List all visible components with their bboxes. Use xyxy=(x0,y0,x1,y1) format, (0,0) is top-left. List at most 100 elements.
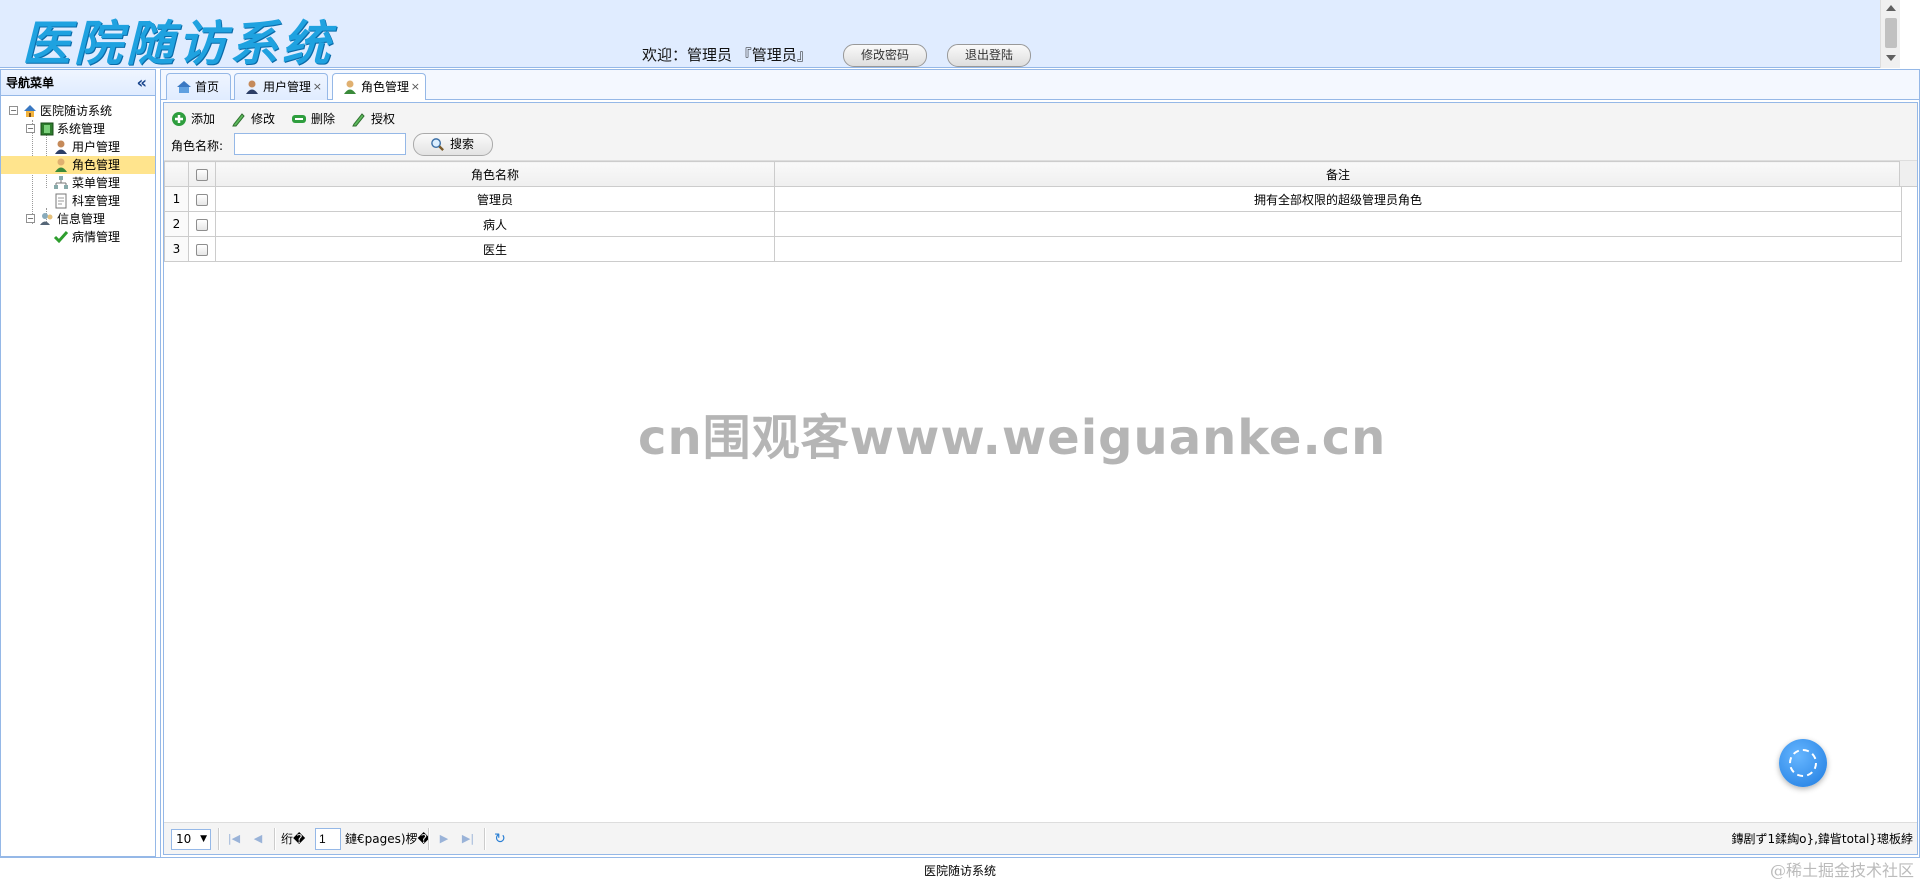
role-datagrid: 添加 修改 删除 授权 角色名称: 搜索 角色名称 备注 1 管理员 拥有全部权… xyxy=(163,102,1918,855)
pager-separator xyxy=(484,828,486,850)
tree-label: 医院随访系统 xyxy=(40,104,113,118)
grant-button[interactable]: 授权 xyxy=(351,109,399,129)
delete-button[interactable]: 删除 xyxy=(291,109,339,129)
tab-label: 角色管理 xyxy=(361,80,410,94)
check-icon xyxy=(53,231,69,244)
app-logo: 医院随访系统 xyxy=(22,16,335,72)
role-icon xyxy=(344,80,356,94)
last-page-button[interactable]: ▶| xyxy=(458,829,478,849)
tree-node-role-mgmt[interactable]: 角色管理 xyxy=(1,156,155,174)
tree-collapse-toggle[interactable]: − xyxy=(26,124,35,133)
tree-collapse-toggle[interactable]: − xyxy=(26,214,35,223)
row-checkbox[interactable] xyxy=(196,218,208,231)
remove-icon xyxy=(292,115,306,123)
role-name-search-input[interactable] xyxy=(234,133,406,155)
row-select-cell[interactable] xyxy=(188,186,216,212)
scroll-up-icon[interactable] xyxy=(1886,5,1896,11)
info-users-icon xyxy=(40,213,53,225)
main-panel: 首页 用户管理 × 角色管理 × 添加 修改 删除 授权 角色名称: 搜索 角色… xyxy=(160,69,1920,857)
note-cell: 拥有全部权限的超级管理员角色 xyxy=(774,186,1902,212)
tree-node-illness-mgmt[interactable]: 病情管理 xyxy=(1,228,155,246)
edit-button[interactable]: 修改 xyxy=(231,109,279,129)
note-cell xyxy=(774,211,1902,237)
row-select-cell[interactable] xyxy=(188,236,216,262)
page-scrollbar[interactable] xyxy=(1880,0,1900,68)
table-row[interactable]: 2 病人 xyxy=(164,211,1902,237)
row-select-cell[interactable] xyxy=(188,211,216,237)
note-cell xyxy=(774,236,1902,262)
row-number-header xyxy=(164,161,189,187)
scroll-thumb[interactable] xyxy=(1885,18,1897,48)
nav-panel: 导航菜单 « − 医院随访系统 − 系统管理 用户管理 角色管理 菜单管理 科室… xyxy=(0,69,156,857)
pencil-icon xyxy=(232,113,245,127)
row-checkbox[interactable] xyxy=(196,193,208,206)
tree-collapse-toggle[interactable]: − xyxy=(9,106,18,115)
pager-separator xyxy=(218,828,220,850)
tab-role-mgmt[interactable]: 角色管理 × xyxy=(332,73,426,101)
collapse-panel-icon[interactable]: « xyxy=(137,70,147,96)
search-icon xyxy=(431,138,444,151)
tree-node-root[interactable]: − 医院随访系统 xyxy=(1,102,155,120)
scroll-down-icon[interactable] xyxy=(1886,55,1896,61)
pencil-icon xyxy=(352,113,365,127)
footer: 医院随访系统 xyxy=(0,857,1920,883)
chevron-down-icon: ▼ xyxy=(200,834,207,844)
role-name-cell: 病人 xyxy=(215,211,775,237)
tree-label: 用户管理 xyxy=(72,140,121,154)
next-page-button[interactable]: ▶ xyxy=(434,829,454,849)
tree-node-user-mgmt[interactable]: 用户管理 xyxy=(1,138,155,156)
tab-home[interactable]: 首页 xyxy=(166,73,231,100)
tree-node-info[interactable]: − 信息管理 xyxy=(1,210,155,228)
header-filler xyxy=(1899,161,1917,187)
floating-assistant-button[interactable] xyxy=(1779,739,1827,787)
home-icon xyxy=(177,81,191,93)
tree-label: 角色管理 xyxy=(72,158,121,172)
tree-label: 病情管理 xyxy=(72,230,121,244)
table-row[interactable]: 3 医生 xyxy=(164,236,1902,262)
role-name-cell: 医生 xyxy=(215,236,775,262)
search-label: 角色名称: xyxy=(171,139,224,153)
column-header-note[interactable]: 备注 xyxy=(774,161,1902,187)
add-icon xyxy=(172,112,186,126)
change-password-button[interactable]: 修改密码 xyxy=(843,44,927,67)
tab-close-icon[interactable]: × xyxy=(411,74,420,100)
row-number: 1 xyxy=(164,186,189,212)
document-icon xyxy=(55,193,67,209)
select-all-header[interactable] xyxy=(188,161,216,187)
tab-close-icon[interactable]: × xyxy=(313,74,322,100)
folder-green-icon xyxy=(40,122,54,136)
tree-node-system[interactable]: − 系统管理 xyxy=(1,120,155,138)
nav-panel-header: 导航菜单 « xyxy=(1,70,155,96)
prev-page-button[interactable]: ◀ xyxy=(248,829,268,849)
tree-label: 系统管理 xyxy=(57,122,106,136)
search-button[interactable]: 搜索 xyxy=(413,133,493,156)
table-header-row: 角色名称 备注 xyxy=(164,161,1902,187)
refresh-icon[interactable]: ↻ xyxy=(490,829,510,849)
grid-toolbar: 添加 修改 删除 授权 角色名称: 搜索 xyxy=(164,103,1917,161)
column-header-role-name[interactable]: 角色名称 xyxy=(215,161,775,187)
header: 医院随访系统 欢迎：管理员 『管理员』 修改密码 退出登陆 xyxy=(0,0,1900,72)
tree-node-menu-mgmt[interactable]: 菜单管理 xyxy=(1,174,155,192)
row-checkbox[interactable] xyxy=(196,243,208,256)
row-number: 3 xyxy=(164,236,189,262)
first-page-button[interactable]: |◀ xyxy=(224,829,244,849)
pager-separator xyxy=(274,828,276,850)
pagination-info: 鏄剧ず1鍒綯o},鍏眥total}璁板綍 xyxy=(1731,832,1913,846)
role-icon xyxy=(55,158,67,172)
pagination-bar: 10 ▼ |◀ ◀ 绗� 鏈€pages)椤� ▶ ▶| ↻ 鏄剧ず1鍒綯o},… xyxy=(164,822,1917,854)
assistant-icon xyxy=(1789,749,1817,777)
page-number-input[interactable] xyxy=(315,828,341,850)
select-all-checkbox[interactable] xyxy=(196,168,208,181)
tree-label: 科室管理 xyxy=(72,194,121,208)
add-button[interactable]: 添加 xyxy=(171,109,219,129)
pager-separator xyxy=(428,828,430,850)
page-suffix-text: 鏈€pages)椤� xyxy=(345,832,430,846)
logout-button[interactable]: 退出登陆 xyxy=(947,44,1031,67)
table-row[interactable]: 1 管理员 拥有全部权限的超级管理员角色 xyxy=(164,186,1902,212)
tree-node-dept-mgmt[interactable]: 科室管理 xyxy=(1,192,155,210)
page-size-select[interactable]: 10 ▼ xyxy=(171,829,211,850)
tab-user-mgmt[interactable]: 用户管理 × xyxy=(234,73,328,100)
page-prefix-text: 绗� xyxy=(281,832,306,846)
user-icon xyxy=(55,140,67,154)
tree-label: 菜单管理 xyxy=(72,176,121,190)
